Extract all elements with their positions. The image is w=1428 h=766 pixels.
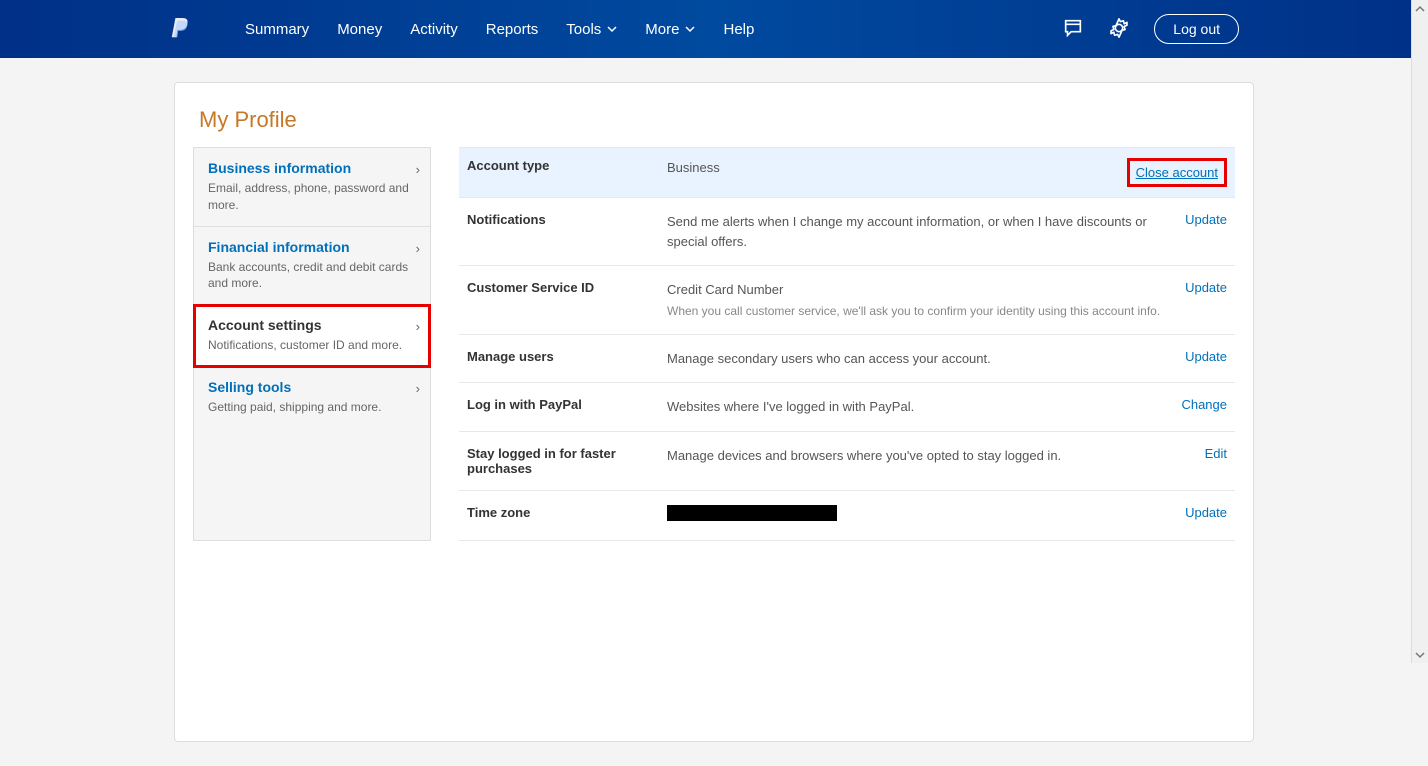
chevron-down-icon: [685, 24, 695, 34]
chevron-right-icon: ›: [416, 241, 420, 256]
redacted-value: [667, 505, 837, 521]
setting-value: [667, 505, 1165, 527]
setting-value: Business: [667, 158, 1127, 178]
sidebar-item-title: Selling tools: [208, 379, 416, 395]
nav-activity[interactable]: Activity: [396, 21, 472, 38]
top-nav-header: Summary Money Activity Reports Tools Mor…: [0, 0, 1428, 58]
nav-tools[interactable]: Tools: [552, 21, 631, 38]
nav-help[interactable]: Help: [709, 21, 768, 38]
setting-row-manage-users: Manage users Manage secondary users who …: [459, 335, 1235, 384]
scroll-down-button[interactable]: [1412, 646, 1428, 663]
setting-row-login-paypal: Log in with PayPal Websites where I've l…: [459, 383, 1235, 432]
header-right: Log out: [1062, 14, 1239, 44]
setting-label: Account type: [467, 158, 667, 173]
setting-row-customer-service-id: Customer Service ID Credit Card Number W…: [459, 266, 1235, 335]
nav-menu: Summary Money Activity Reports Tools Mor…: [231, 21, 768, 38]
setting-row-time-zone: Time zone Update: [459, 491, 1235, 542]
nav-summary[interactable]: Summary: [231, 21, 323, 38]
content-wrap: Business information Email, address, pho…: [175, 147, 1253, 541]
chevron-down-icon: [607, 24, 617, 34]
setting-label: Time zone: [467, 505, 667, 520]
messages-icon[interactable]: [1062, 17, 1084, 42]
setting-row-stay-logged-in: Stay logged in for faster purchases Mana…: [459, 432, 1235, 491]
sidebar-item-title: Business information: [208, 160, 416, 176]
scrollbar-track[interactable]: [1411, 0, 1428, 663]
update-link[interactable]: Update: [1165, 280, 1227, 295]
update-link[interactable]: Update: [1165, 349, 1227, 364]
sidebar-item-business-info[interactable]: Business information Email, address, pho…: [194, 148, 430, 227]
sidebar-item-desc: Getting paid, shipping and more.: [208, 399, 416, 416]
setting-label: Notifications: [467, 212, 667, 227]
sidebar-item-title: Financial information: [208, 239, 416, 255]
sidebar-item-desc: Bank accounts, credit and debit cards an…: [208, 259, 416, 293]
sidebar-item-desc: Notifications, customer ID and more.: [208, 337, 416, 354]
chevron-right-icon: ›: [416, 162, 420, 177]
main-container: My Profile Business information Email, a…: [174, 82, 1254, 742]
setting-label: Log in with PayPal: [467, 397, 667, 412]
sidebar-item-financial-info[interactable]: Financial information Bank accounts, cre…: [194, 227, 430, 306]
setting-value: Websites where I've logged in with PayPa…: [667, 397, 1161, 417]
change-link[interactable]: Change: [1161, 397, 1227, 412]
setting-row-account-type: Account type Business Close account: [459, 147, 1235, 198]
logout-button[interactable]: Log out: [1154, 14, 1239, 44]
settings-panel: Account type Business Close account Noti…: [459, 147, 1235, 541]
profile-sidebar: Business information Email, address, pho…: [193, 147, 431, 541]
header-inner: Summary Money Activity Reports Tools Mor…: [159, 14, 1239, 44]
update-link[interactable]: Update: [1165, 212, 1227, 227]
setting-row-notifications: Notifications Send me alerts when I chan…: [459, 198, 1235, 266]
update-link[interactable]: Update: [1165, 505, 1227, 520]
paypal-logo-icon[interactable]: [169, 16, 191, 42]
sidebar-item-title: Account settings: [208, 317, 416, 333]
setting-value: Manage secondary users who can access yo…: [667, 349, 1165, 369]
setting-label: Stay logged in for faster purchases: [467, 446, 667, 476]
close-account-highlight: Close account: [1127, 158, 1227, 187]
nav-reports[interactable]: Reports: [472, 21, 553, 38]
page-title: My Profile: [175, 107, 1253, 147]
setting-value: Credit Card Number When you call custome…: [667, 280, 1165, 320]
setting-sub: When you call customer service, we'll as…: [667, 302, 1165, 320]
chevron-right-icon: ›: [416, 381, 420, 396]
scroll-up-button[interactable]: [1412, 0, 1428, 17]
sidebar-item-account-settings[interactable]: Account settings Notifications, customer…: [194, 305, 430, 367]
setting-value: Manage devices and browsers where you've…: [667, 446, 1185, 466]
close-account-link[interactable]: Close account: [1136, 165, 1218, 180]
setting-label: Customer Service ID: [467, 280, 667, 295]
sidebar-item-selling-tools[interactable]: Selling tools Getting paid, shipping and…: [194, 367, 430, 428]
edit-link[interactable]: Edit: [1185, 446, 1227, 461]
nav-money[interactable]: Money: [323, 21, 396, 38]
sidebar-item-desc: Email, address, phone, password and more…: [208, 180, 416, 214]
gear-icon[interactable]: [1108, 17, 1130, 42]
chevron-right-icon: ›: [416, 319, 420, 334]
setting-value: Send me alerts when I change my account …: [667, 212, 1165, 251]
nav-more[interactable]: More: [631, 21, 709, 38]
setting-label: Manage users: [467, 349, 667, 364]
